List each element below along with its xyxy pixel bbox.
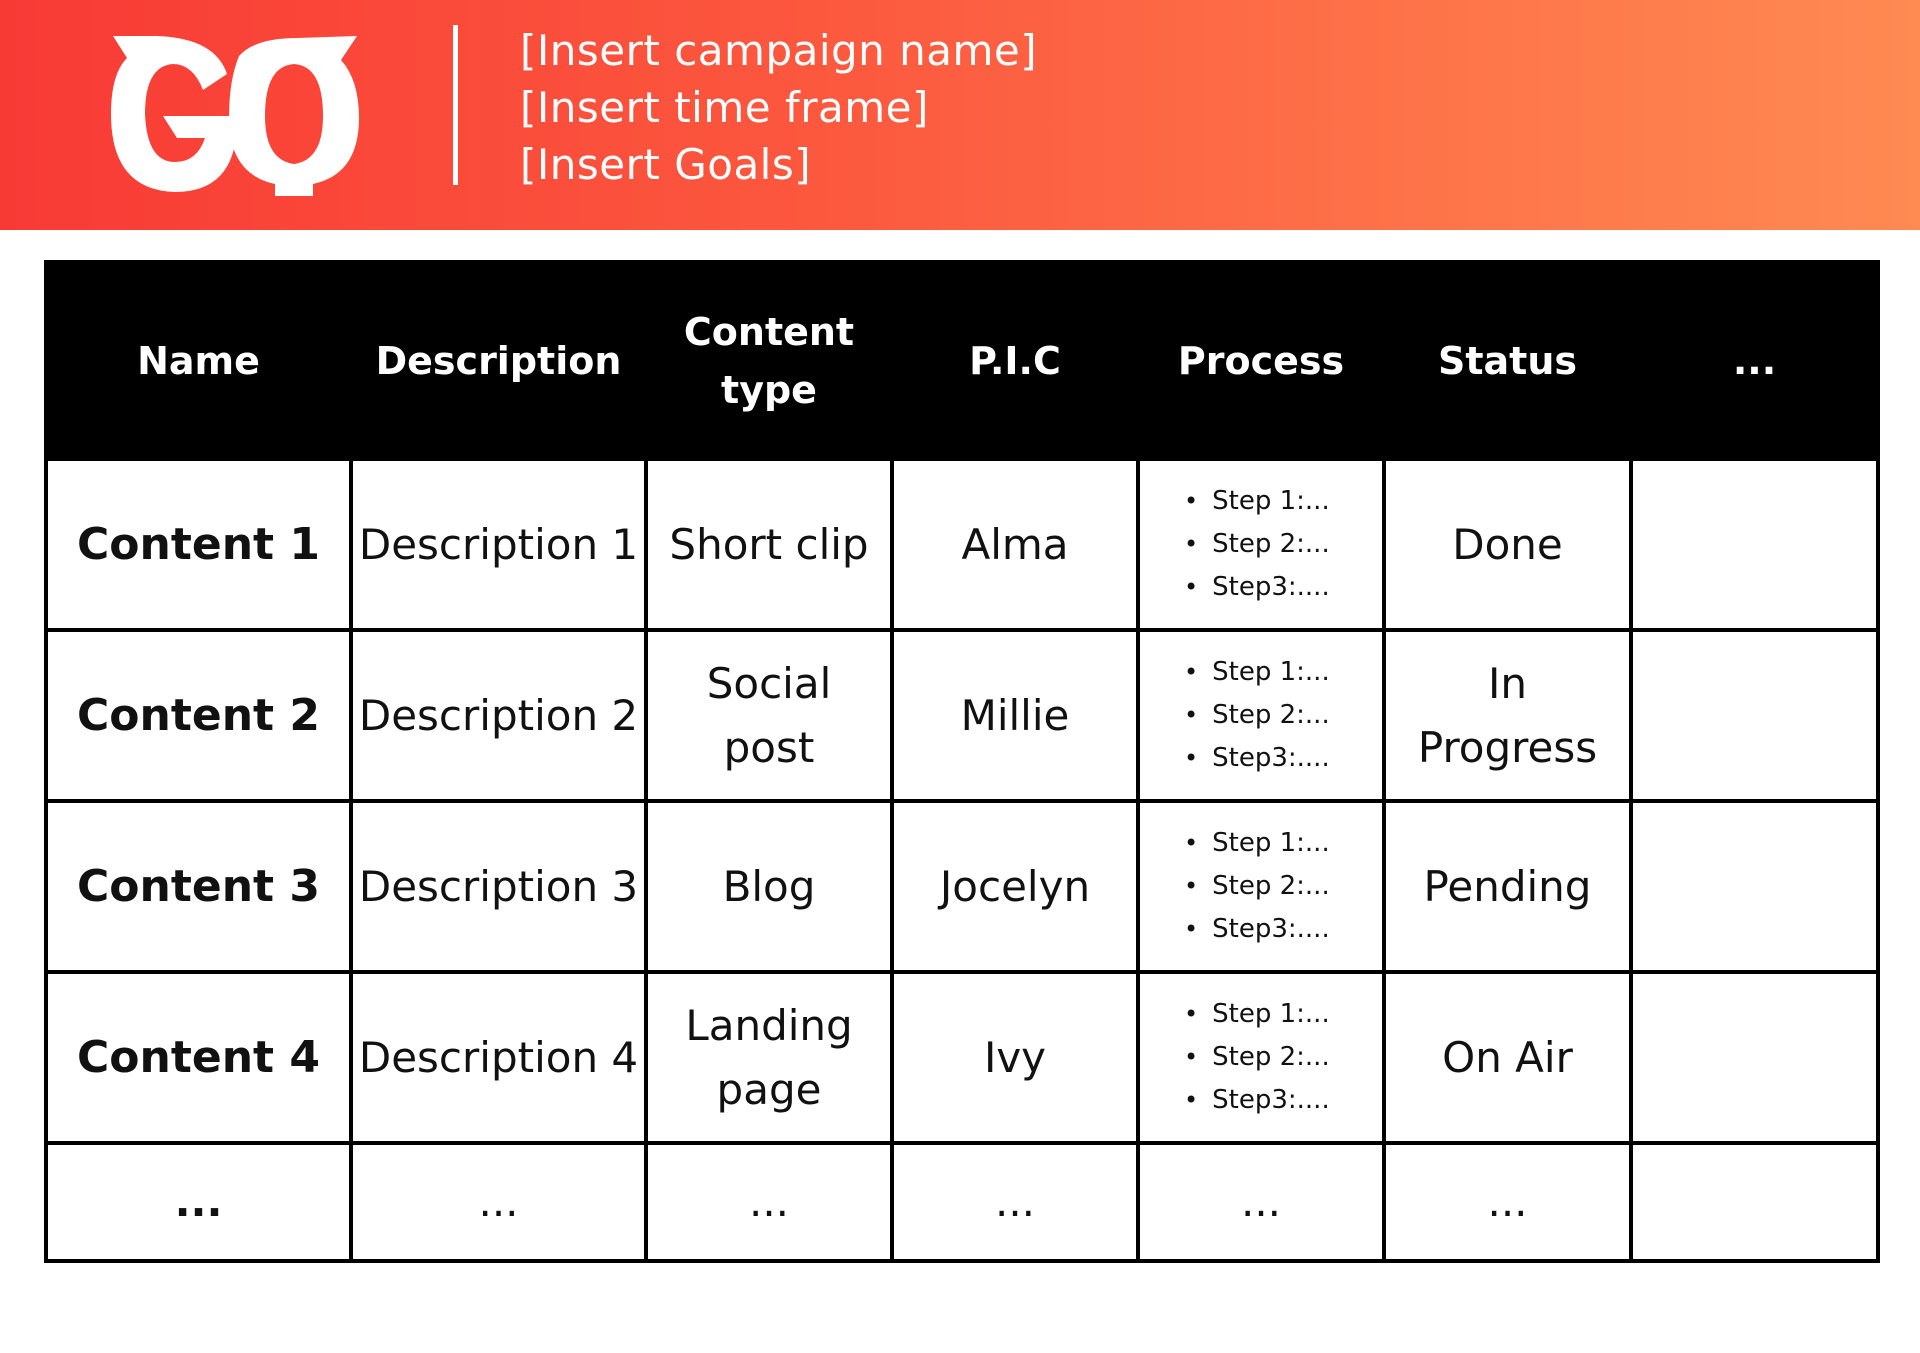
process-step: Step3:.... — [1184, 908, 1382, 951]
table-row-placeholder: .................. — [44, 1141, 1880, 1263]
process-step: Step3:.... — [1184, 737, 1382, 780]
cell-extra — [1629, 457, 1880, 632]
cell-placeholder: ... — [644, 1141, 894, 1263]
campaign-goals: [Insert Goals] — [520, 140, 812, 189]
cell-description: Description 4 — [349, 970, 648, 1145]
cell-status: Pending — [1382, 799, 1633, 974]
column-header-status: Status — [1382, 260, 1633, 461]
process-step: Step 2:... — [1184, 1036, 1382, 1079]
cell-extra — [1629, 628, 1880, 803]
cell-name: Content 2 — [44, 628, 353, 803]
process-step: Step 1:... — [1184, 480, 1382, 523]
process-step: Step3:.... — [1184, 1079, 1382, 1122]
cell-name: Content 4 — [44, 970, 353, 1145]
process-step: Step 1:... — [1184, 993, 1382, 1036]
cell-name: Content 1 — [44, 457, 353, 632]
cell-status: In Progress — [1382, 628, 1633, 803]
table-row: Content 2Description 2Social postMillieS… — [44, 628, 1880, 803]
cell-process: Step 1:...Step 2:...Step3:.... — [1136, 970, 1386, 1145]
cell-pic: Millie — [890, 628, 1140, 803]
cell-description: Description 2 — [349, 628, 648, 803]
column-header-process: Process — [1136, 260, 1386, 461]
column-header-more: ... — [1629, 260, 1880, 461]
cell-status: Done — [1382, 457, 1633, 632]
cell-placeholder: ... — [1382, 1141, 1633, 1263]
process-step: Step 2:... — [1184, 523, 1382, 566]
campaign-info: [Insert campaign name] [Insert time fram… — [520, 22, 1037, 193]
table-row: Content 3Description 3BlogJocelynStep 1:… — [44, 799, 1880, 974]
cell-name: Content 3 — [44, 799, 353, 974]
column-header-description: Description — [349, 260, 648, 461]
table-row: Content 4Description 4Landing pageIvySte… — [44, 970, 1880, 1145]
cell-pic: Jocelyn — [890, 799, 1140, 974]
cell-extra — [1629, 970, 1880, 1145]
cell-status: On Air — [1382, 970, 1633, 1145]
cell-extra — [1629, 799, 1880, 974]
process-step: Step3:.... — [1184, 566, 1382, 609]
cell-process: Step 1:...Step 2:...Step3:.... — [1136, 628, 1386, 803]
table-header-row: Name Description Content type P.I.C Proc… — [44, 260, 1880, 461]
cell-description: Description 1 — [349, 457, 648, 632]
cell-content-type: Blog — [644, 799, 894, 974]
column-header-pic: P.I.C — [890, 260, 1140, 461]
cell-content-type: Short clip — [644, 457, 894, 632]
process-step: Step 1:... — [1184, 651, 1382, 694]
process-step: Step 2:... — [1184, 865, 1382, 908]
process-step: Step 1:... — [1184, 822, 1382, 865]
cell-process: Step 1:...Step 2:...Step3:.... — [1136, 799, 1386, 974]
cell-process: Step 1:...Step 2:...Step3:.... — [1136, 457, 1386, 632]
header-divider — [453, 25, 458, 185]
campaign-time-frame: [Insert time frame] — [520, 83, 929, 132]
cell-description: Description 3 — [349, 799, 648, 974]
cell-pic: Ivy — [890, 970, 1140, 1145]
column-header-content-type: Content type — [644, 260, 894, 461]
cell-placeholder: ... — [890, 1141, 1140, 1263]
header-banner: [Insert campaign name] [Insert time fram… — [0, 0, 1920, 230]
table-row: Content 1Description 1Short clipAlmaStep… — [44, 457, 1880, 632]
cell-placeholder: ... — [1136, 1141, 1386, 1263]
cell-content-type: Social post — [644, 628, 894, 803]
cell-placeholder — [1629, 1141, 1880, 1263]
campaign-name: [Insert campaign name] — [520, 26, 1038, 75]
cell-placeholder: ... — [349, 1141, 648, 1263]
cell-pic: Alma — [890, 457, 1140, 632]
cell-content-type: Landing page — [644, 970, 894, 1145]
gq-logo — [111, 36, 359, 196]
content-table: Name Description Content type P.I.C Proc… — [44, 260, 1880, 1263]
column-header-name: Name — [44, 260, 353, 461]
cell-placeholder: ... — [44, 1141, 353, 1263]
process-step: Step 2:... — [1184, 694, 1382, 737]
